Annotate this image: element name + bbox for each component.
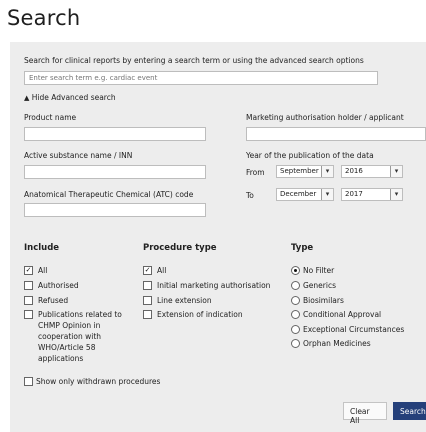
procedure-all-checkbox[interactable]: ✓ [143,266,152,275]
from-year-value: 2016 [345,167,363,175]
type-conditional-radio[interactable] [291,310,300,319]
to-month-value: December [280,190,317,198]
hide-advanced-label: Hide Advanced search [31,93,116,102]
procedure-initial-label: Initial marketing authorisation [157,281,271,290]
include-all-checkbox[interactable]: ✓ [24,266,33,275]
chevron-down-icon: ▾ [390,166,402,177]
search-instructions: Search for clinical reports by entering … [24,56,364,65]
type-generics-radio[interactable] [291,281,300,290]
type-biosimilars-label: Biosimilars [303,296,344,305]
type-biosimilars-radio[interactable] [291,296,300,305]
chevron-up-icon: ▲ [24,94,30,102]
from-month-select[interactable]: September ▾ [276,165,334,178]
search-input[interactable] [24,71,378,85]
mah-label: Marketing authorisation holder / applica… [246,113,404,122]
chevron-down-icon: ▾ [390,189,402,200]
active-substance-label: Active substance name / INN [24,151,133,160]
type-no-filter-radio[interactable] [291,266,300,275]
include-publications-line3: cooperation with [38,332,102,341]
include-publications-line2: CHMP Opinion in [38,321,101,330]
product-name-input[interactable] [24,127,206,141]
type-orphan-radio[interactable] [291,339,300,348]
withdrawn-label: Show only withdrawn procedures [36,377,161,386]
to-month-select[interactable]: December ▾ [276,188,334,201]
procedure-all-label: All [157,266,167,275]
include-refused-label: Refused [38,296,69,305]
include-authorised-checkbox[interactable] [24,281,33,290]
atc-input[interactable] [24,203,206,217]
from-label: From [246,168,265,177]
page-title: Search [7,6,81,30]
procedure-heading: Procedure type [143,243,217,253]
to-year-value: 2017 [345,190,363,198]
include-all-label: All [38,266,48,275]
include-authorised-label: Authorised [38,281,79,290]
from-month-value: September [280,167,319,175]
procedure-extension-indication-label: Extension of indication [157,310,243,319]
include-publications-line5: applications [38,354,84,363]
procedure-extension-indication-checkbox[interactable] [143,310,152,319]
type-orphan-label: Orphan Medicines [303,339,371,348]
to-year-select[interactable]: 2017 ▾ [341,188,403,201]
product-name-label: Product name [24,113,77,122]
search-button[interactable]: Search [393,402,426,420]
chevron-down-icon: ▾ [321,166,333,177]
mah-input[interactable] [246,127,426,141]
include-publications-checkbox[interactable] [24,310,33,319]
type-heading: Type [291,243,314,253]
type-exceptional-radio[interactable] [291,325,300,334]
to-label: To [246,191,254,200]
type-generics-label: Generics [303,281,336,290]
active-substance-input[interactable] [24,165,206,179]
type-conditional-label: Conditional Approval [303,310,382,319]
hide-advanced-toggle[interactable]: ▲ Hide Advanced search [24,93,116,102]
type-exceptional-label: Exceptional Circumstances [303,325,405,334]
from-year-select[interactable]: 2016 ▾ [341,165,403,178]
procedure-line-extension-label: Line extension [157,296,212,305]
type-no-filter-label: No Filter [303,266,335,275]
include-publications-line1: Publications related to [38,310,122,319]
withdrawn-checkbox[interactable] [24,377,33,386]
year-label: Year of the publication of the data [246,151,374,160]
advanced-search-panel: Search for clinical reports by entering … [10,42,426,432]
include-publications-line4: WHO/Article 58 [38,343,96,352]
include-heading: Include [24,243,60,253]
clear-all-button[interactable]: Clear All [343,402,387,425]
procedure-line-extension-checkbox[interactable] [143,296,152,305]
chevron-down-icon: ▾ [321,189,333,200]
atc-label: Anatomical Therapeutic Chemical (ATC) co… [24,190,194,199]
procedure-initial-checkbox[interactable] [143,281,152,290]
include-refused-checkbox[interactable] [24,296,33,305]
